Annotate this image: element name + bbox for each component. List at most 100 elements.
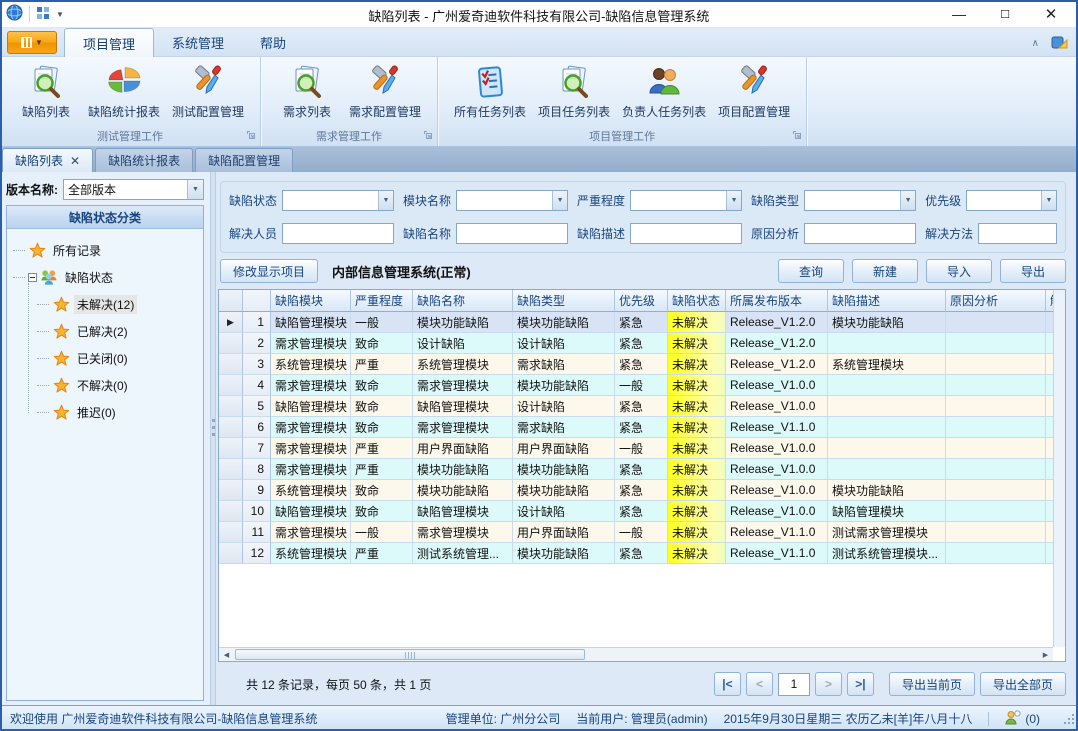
dialog-launcher-icon[interactable] — [246, 129, 256, 143]
minimize-button[interactable]: — — [936, 0, 982, 28]
export-button[interactable]: 导出 — [1000, 259, 1066, 283]
filter-select-module-name[interactable]: ▼ — [456, 190, 568, 211]
grid-header-defect-name[interactable]: 缺陷名称 — [413, 290, 513, 312]
tree-item-defect-status[interactable]: 缺陷状态 — [13, 264, 199, 291]
collapse-node-icon[interactable] — [28, 273, 37, 282]
dialog-launcher-icon[interactable] — [792, 129, 802, 143]
table-row[interactable]: 12系统管理模块严重测试系统管理...模块功能缺陷紧急未解决Release_V1… — [219, 543, 1053, 564]
chevron-down-icon[interactable]: ▼ — [900, 191, 915, 210]
ribbon-help-icon[interactable] — [1051, 34, 1068, 53]
table-row[interactable]: 4需求管理模块致命需求管理模块模块功能缺陷一般未解决Release_V1.0.0 — [219, 375, 1053, 396]
tree-item-unresolved[interactable]: 未解决(12) — [13, 291, 199, 318]
grid-header-status[interactable]: 缺陷状态 — [668, 290, 726, 312]
chevron-down-icon[interactable]: ▼ — [378, 191, 393, 210]
dialog-launcher-icon[interactable] — [423, 129, 433, 143]
filter-input-defect-name[interactable] — [456, 223, 568, 244]
table-row[interactable]: 2需求管理模块致命设计缺陷设计缺陷紧急未解决Release_V1.2.0 — [219, 333, 1053, 354]
tree-item-all-records[interactable]: 所有记录 — [13, 237, 199, 264]
ribbon-button-defect-list[interactable]: 缺陷列表 — [10, 61, 82, 127]
table-row[interactable]: 10缺陷管理模块致命缺陷管理模块设计缺陷紧急未解决Release_V1.0.0缺… — [219, 501, 1053, 522]
ribbon-button-project-config-mgmt[interactable]: 项目配置管理 — [712, 61, 796, 127]
close-tab-icon[interactable]: ✕ — [70, 154, 80, 168]
doc-tab-label: 缺陷配置管理 — [208, 152, 280, 169]
export-current-page-button[interactable]: 导出当前页 — [889, 672, 975, 696]
doc-tab-defect-stats-report[interactable]: 缺陷统计报表 — [95, 148, 193, 172]
ribbon-tab-system-management[interactable]: 系统管理 — [154, 28, 242, 57]
scrollbar-thumb[interactable] — [235, 649, 585, 660]
grid-header-cause[interactable]: 原因分析 — [946, 290, 1046, 312]
filter-select-defect-status[interactable]: ▼ — [282, 190, 394, 211]
tree-item-wont-fix[interactable]: 不解决(0) — [13, 372, 199, 399]
row-selector-cell: ▶ — [219, 312, 243, 333]
doc-tab-defect-list[interactable]: 缺陷列表✕ — [2, 148, 93, 172]
grid-cell-priority: 一般 — [615, 375, 668, 396]
ribbon-button-requirement-config-mgmt[interactable]: 需求配置管理 — [343, 61, 427, 127]
filter-input-defect-desc[interactable] — [630, 223, 742, 244]
grid-header-module[interactable]: 缺陷模块 — [271, 290, 351, 312]
app-menu-icon — [21, 37, 32, 48]
filter-input-resolver[interactable] — [282, 223, 394, 244]
ribbon-button-defect-stats-report[interactable]: 缺陷统计报表 — [82, 61, 166, 127]
ribbon-button-test-config-mgmt[interactable]: 测试配置管理 — [166, 61, 250, 127]
table-row[interactable]: 7需求管理模块严重用户界面缺陷用户界面缺陷一般未解决Release_V1.0.0 — [219, 438, 1053, 459]
tree-item-postponed[interactable]: 推迟(0) — [13, 399, 199, 426]
table-row[interactable]: 6需求管理模块致命需求管理模块需求缺陷紧急未解决Release_V1.1.0 — [219, 417, 1053, 438]
scroll-right-icon[interactable]: ▶ — [1038, 648, 1053, 661]
ribbon-button-all-tasks-list[interactable]: 所有任务列表 — [448, 61, 532, 127]
table-row[interactable]: 5缺陷管理模块致命缺陷管理模块设计缺陷紧急未解决Release_V1.0.0 — [219, 396, 1053, 417]
table-row[interactable]: 3系统管理模块严重系统管理模块需求缺陷紧急未解决Release_V1.2.0系统… — [219, 354, 1053, 375]
grid-cell-solution — [1046, 543, 1053, 564]
grid-vertical-scrollbar[interactable] — [1053, 290, 1065, 647]
filter-label-defect-desc: 缺陷描述 — [577, 225, 625, 242]
grid-header-description[interactable]: 缺陷描述 — [828, 290, 946, 312]
modify-display-button[interactable]: 修改显示项目 — [220, 259, 318, 283]
tools-icon — [736, 63, 772, 101]
resize-grip-icon[interactable] — [1063, 713, 1075, 728]
query-button[interactable]: 查询 — [778, 259, 844, 283]
export-all-pages-button[interactable]: 导出全部页 — [980, 672, 1066, 696]
first-page-button[interactable]: |< — [714, 672, 741, 696]
grid-header-defect-type[interactable]: 缺陷类型 — [513, 290, 615, 312]
ribbon-button-project-tasks-list[interactable]: 项目任务列表 — [532, 61, 616, 127]
ribbon-tab-project-management[interactable]: 项目管理 — [64, 28, 154, 57]
new-button[interactable]: 新建 — [852, 259, 918, 283]
chevron-down-icon[interactable]: ▼ — [552, 191, 567, 210]
chevron-down-icon[interactable]: ▼ — [187, 180, 203, 199]
filter-input-solution[interactable] — [978, 223, 1057, 244]
tree-item-closed[interactable]: 已关闭(0) — [13, 345, 199, 372]
table-row[interactable]: ▶1缺陷管理模块一般模块功能缺陷模块功能缺陷紧急未解决Release_V1.2.… — [219, 312, 1053, 333]
import-button[interactable]: 导入 — [926, 259, 992, 283]
ribbon: 缺陷列表缺陷统计报表测试配置管理测试管理工作需求列表需求配置管理需求管理工作所有… — [0, 57, 1078, 147]
filter-input-cause-analysis[interactable] — [804, 223, 916, 244]
grid-header-priority[interactable]: 优先级 — [615, 290, 668, 312]
last-page-button[interactable]: >| — [847, 672, 874, 696]
table-row[interactable]: 9系统管理模块致命模块功能缺陷模块功能缺陷紧急未解决Release_V1.0.0… — [219, 480, 1053, 501]
grid-header-solution[interactable]: 解决方法 — [1046, 290, 1053, 312]
filter-select-severity[interactable]: ▼ — [630, 190, 742, 211]
pager-bar: 共 12 条记录，每页 50 条，共 1 页 |< < > >| 导出当前页 导… — [218, 665, 1066, 703]
grid-header-severity[interactable]: 严重程度 — [351, 290, 413, 312]
app-menu-button[interactable]: ▼ — [7, 31, 57, 54]
filter-select-defect-type[interactable]: ▼ — [804, 190, 916, 211]
chevron-down-icon[interactable]: ▼ — [1041, 191, 1056, 210]
online-user-icon[interactable] — [1005, 710, 1021, 728]
ribbon-button-requirement-list[interactable]: 需求列表 — [271, 61, 343, 127]
filter-select-priority[interactable]: ▼ — [966, 190, 1057, 211]
ribbon-tab-help[interactable]: 帮助 — [242, 28, 304, 57]
ribbon-collapse-icon[interactable]: ∧ — [1032, 38, 1039, 49]
table-row[interactable]: 8需求管理模块严重模块功能缺陷模块功能缺陷紧急未解决Release_V1.0.0 — [219, 459, 1053, 480]
chevron-down-icon[interactable]: ▼ — [726, 191, 741, 210]
scroll-left-icon[interactable]: ◀ — [219, 648, 234, 661]
doc-tab-defect-config-mgmt[interactable]: 缺陷配置管理 — [195, 148, 293, 172]
prev-page-button[interactable]: < — [746, 672, 773, 696]
page-number-input[interactable] — [778, 673, 810, 696]
grid-horizontal-scrollbar[interactable]: ◀ ▶ — [219, 647, 1053, 661]
grid-header-release[interactable]: 所属发布版本 — [726, 290, 828, 312]
tree-item-resolved[interactable]: 已解决(2) — [13, 318, 199, 345]
next-page-button[interactable]: > — [815, 672, 842, 696]
version-select[interactable]: 全部版本 ▼ — [63, 179, 204, 200]
maximize-button[interactable]: ☐ — [982, 0, 1028, 28]
ribbon-button-owner-tasks-list[interactable]: 负责人任务列表 — [616, 61, 712, 127]
table-row[interactable]: 11需求管理模块一般需求管理模块用户界面缺陷一般未解决Release_V1.1.… — [219, 522, 1053, 543]
close-button[interactable]: ✕ — [1028, 0, 1074, 28]
